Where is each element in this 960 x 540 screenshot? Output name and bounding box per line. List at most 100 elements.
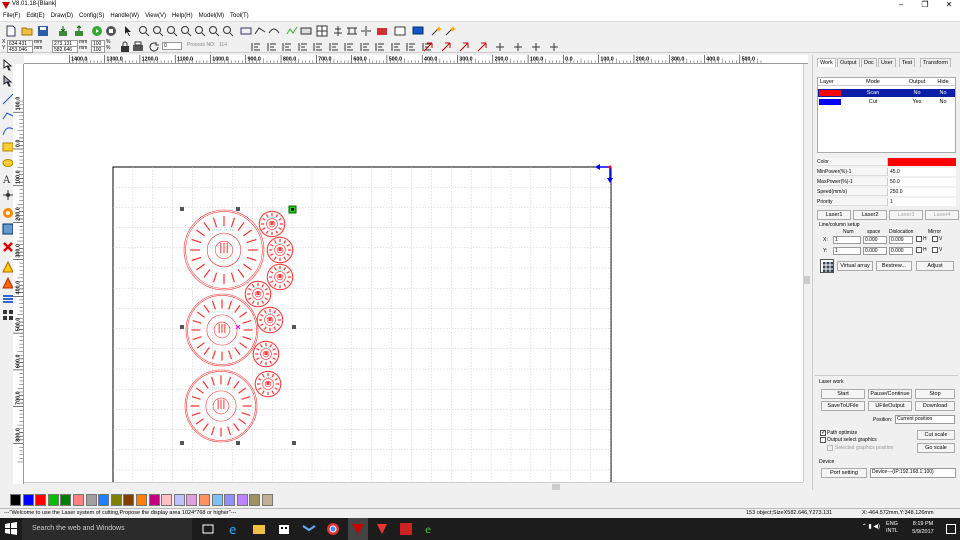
layer-row-scan[interactable]: Scan No No [818, 89, 955, 97]
distribute-h-icon[interactable] [388, 39, 402, 53]
warning-icon[interactable] [0, 259, 14, 273]
bestrew-button[interactable]: Bestrew... [876, 261, 912, 271]
prop-value[interactable]: 250.0 [887, 188, 956, 196]
save-to-ufile-button[interactable]: SaveToUFile [821, 401, 865, 411]
edge-browser-icon[interactable]: e [227, 522, 241, 536]
same-height-icon[interactable] [357, 39, 371, 53]
arrow-ne-icon[interactable] [438, 39, 452, 53]
tray-date[interactable]: 5/9/2017 [904, 529, 942, 535]
laser-app-taskbar-icon[interactable] [348, 518, 368, 540]
palette-swatch[interactable] [224, 494, 236, 506]
array-icon[interactable] [0, 291, 14, 305]
rotate-icon[interactable] [146, 39, 160, 53]
align-bottom-icon[interactable] [295, 39, 309, 53]
start-button[interactable]: Start [821, 389, 865, 399]
palette-swatch[interactable] [161, 494, 173, 506]
ellipse-tool-icon[interactable] [0, 155, 14, 169]
delete-icon[interactable] [0, 239, 14, 253]
menu-help[interactable]: Help(H) [169, 11, 196, 22]
arrow-sw-icon[interactable] [456, 39, 470, 53]
zoom-data-icon[interactable] [206, 23, 220, 37]
play-circle-icon[interactable] [89, 23, 103, 37]
align-hcenter-icon[interactable] [310, 39, 324, 53]
prop-value[interactable]: 45.0 [887, 168, 956, 176]
y-mirror-h-checkbox[interactable] [916, 247, 922, 253]
tab-laser2[interactable]: Laser2 [853, 210, 887, 220]
y-position-field[interactable]: 453.046 [7, 46, 33, 53]
line-tool-icon[interactable] [0, 91, 14, 105]
arrow-nw-icon[interactable] [420, 39, 434, 53]
tray-language[interactable]: ENG [882, 521, 902, 527]
select-tool-icon[interactable] [0, 57, 14, 71]
layer-output[interactable]: Yes [905, 98, 929, 106]
drawing-canvas[interactable] [24, 64, 803, 488]
path-optimize-checkbox[interactable]: ✓ [820, 430, 826, 436]
menu-edit[interactable]: Edit(E) [23, 11, 47, 22]
tab-user[interactable]: User [878, 58, 896, 67]
windows-start-icon[interactable] [4, 522, 18, 536]
port-setting-button[interactable]: Port setting [821, 468, 867, 478]
menu-draw[interactable]: Draw(D) [48, 11, 76, 22]
array-grid-icon[interactable] [820, 259, 834, 273]
palette-swatch[interactable] [35, 494, 47, 506]
point-tool-icon[interactable] [0, 187, 14, 201]
save-icon[interactable] [35, 23, 49, 37]
horizontal-scroll-thumb[interactable] [552, 484, 560, 490]
laser-icon[interactable] [374, 23, 388, 37]
prop-value[interactable]: 1 [887, 198, 956, 206]
align-grid-icon[interactable] [314, 23, 328, 37]
monitor-icon[interactable] [410, 23, 424, 37]
node-edit-icon[interactable] [252, 23, 266, 37]
y-num-field[interactable]: 1 [833, 247, 861, 255]
menu-model[interactable]: Model(M) [196, 11, 227, 22]
align-top-icon[interactable] [279, 39, 293, 53]
move-up-icon[interactable] [528, 39, 542, 53]
virtual-array-button[interactable]: Virtual array [837, 261, 873, 271]
tab-laser3[interactable]: Laser3 [889, 210, 923, 220]
palette-swatch[interactable] [10, 494, 21, 506]
same-width-icon[interactable] [341, 39, 355, 53]
palette-swatch[interactable] [262, 494, 273, 506]
go-scale-button[interactable]: Go scale [917, 443, 955, 453]
layer-hide[interactable]: No [931, 98, 955, 106]
same-size-icon[interactable] [372, 39, 386, 53]
matrix-icon[interactable] [0, 307, 14, 321]
open-folder-icon[interactable] [19, 23, 33, 37]
palette-swatch[interactable] [123, 494, 135, 506]
mail-icon[interactable] [302, 522, 316, 536]
palette-swatch[interactable] [98, 494, 110, 506]
move-right-icon[interactable] [510, 39, 524, 53]
zoom-in-icon[interactable] [136, 23, 150, 37]
layer-hide[interactable]: No [931, 89, 955, 97]
palette-swatch[interactable] [211, 494, 223, 506]
distribute-v-icon[interactable] [403, 39, 417, 53]
palette-swatch[interactable] [148, 494, 160, 506]
zoom-out-icon[interactable] [150, 23, 164, 37]
palette-swatch[interactable] [199, 494, 210, 506]
palette-swatch[interactable] [85, 494, 97, 506]
zoom-select-icon[interactable] [192, 23, 206, 37]
align-right-icon[interactable] [264, 39, 278, 53]
export-icon[interactable] [71, 23, 85, 37]
minimize-button[interactable]: – [890, 0, 912, 11]
palette-swatch[interactable] [136, 494, 147, 506]
x-mirror-h-checkbox[interactable] [916, 236, 922, 242]
x-mirror-v-checkbox[interactable] [932, 236, 938, 242]
palette-swatch[interactable] [60, 494, 72, 506]
device-select[interactable]: Device---(IP:192.168.1.100) [870, 468, 956, 478]
menu-tool[interactable]: Tool(T) [227, 11, 252, 22]
tray-language-layout[interactable]: INTL [882, 528, 902, 534]
curve-tool-icon[interactable] [0, 123, 14, 137]
tab-output[interactable]: Output [837, 58, 860, 67]
tab-laser1[interactable]: Laser1 [817, 210, 851, 220]
x-num-field[interactable]: 1 [833, 236, 861, 244]
taskbar-search[interactable]: Search the web and Windows [22, 518, 192, 540]
arrow-se-icon[interactable] [474, 39, 488, 53]
horizontal-scrollbar[interactable] [24, 482, 803, 490]
stop-circle-icon[interactable] [103, 23, 117, 37]
rotate-angle-field[interactable]: 0 [162, 42, 182, 50]
app4-taskbar-icon[interactable]: e [424, 522, 438, 536]
tab-test[interactable]: Test [899, 58, 916, 67]
adjust-button[interactable]: Adjust [916, 261, 954, 271]
menu-view[interactable]: View(V) [142, 11, 169, 22]
